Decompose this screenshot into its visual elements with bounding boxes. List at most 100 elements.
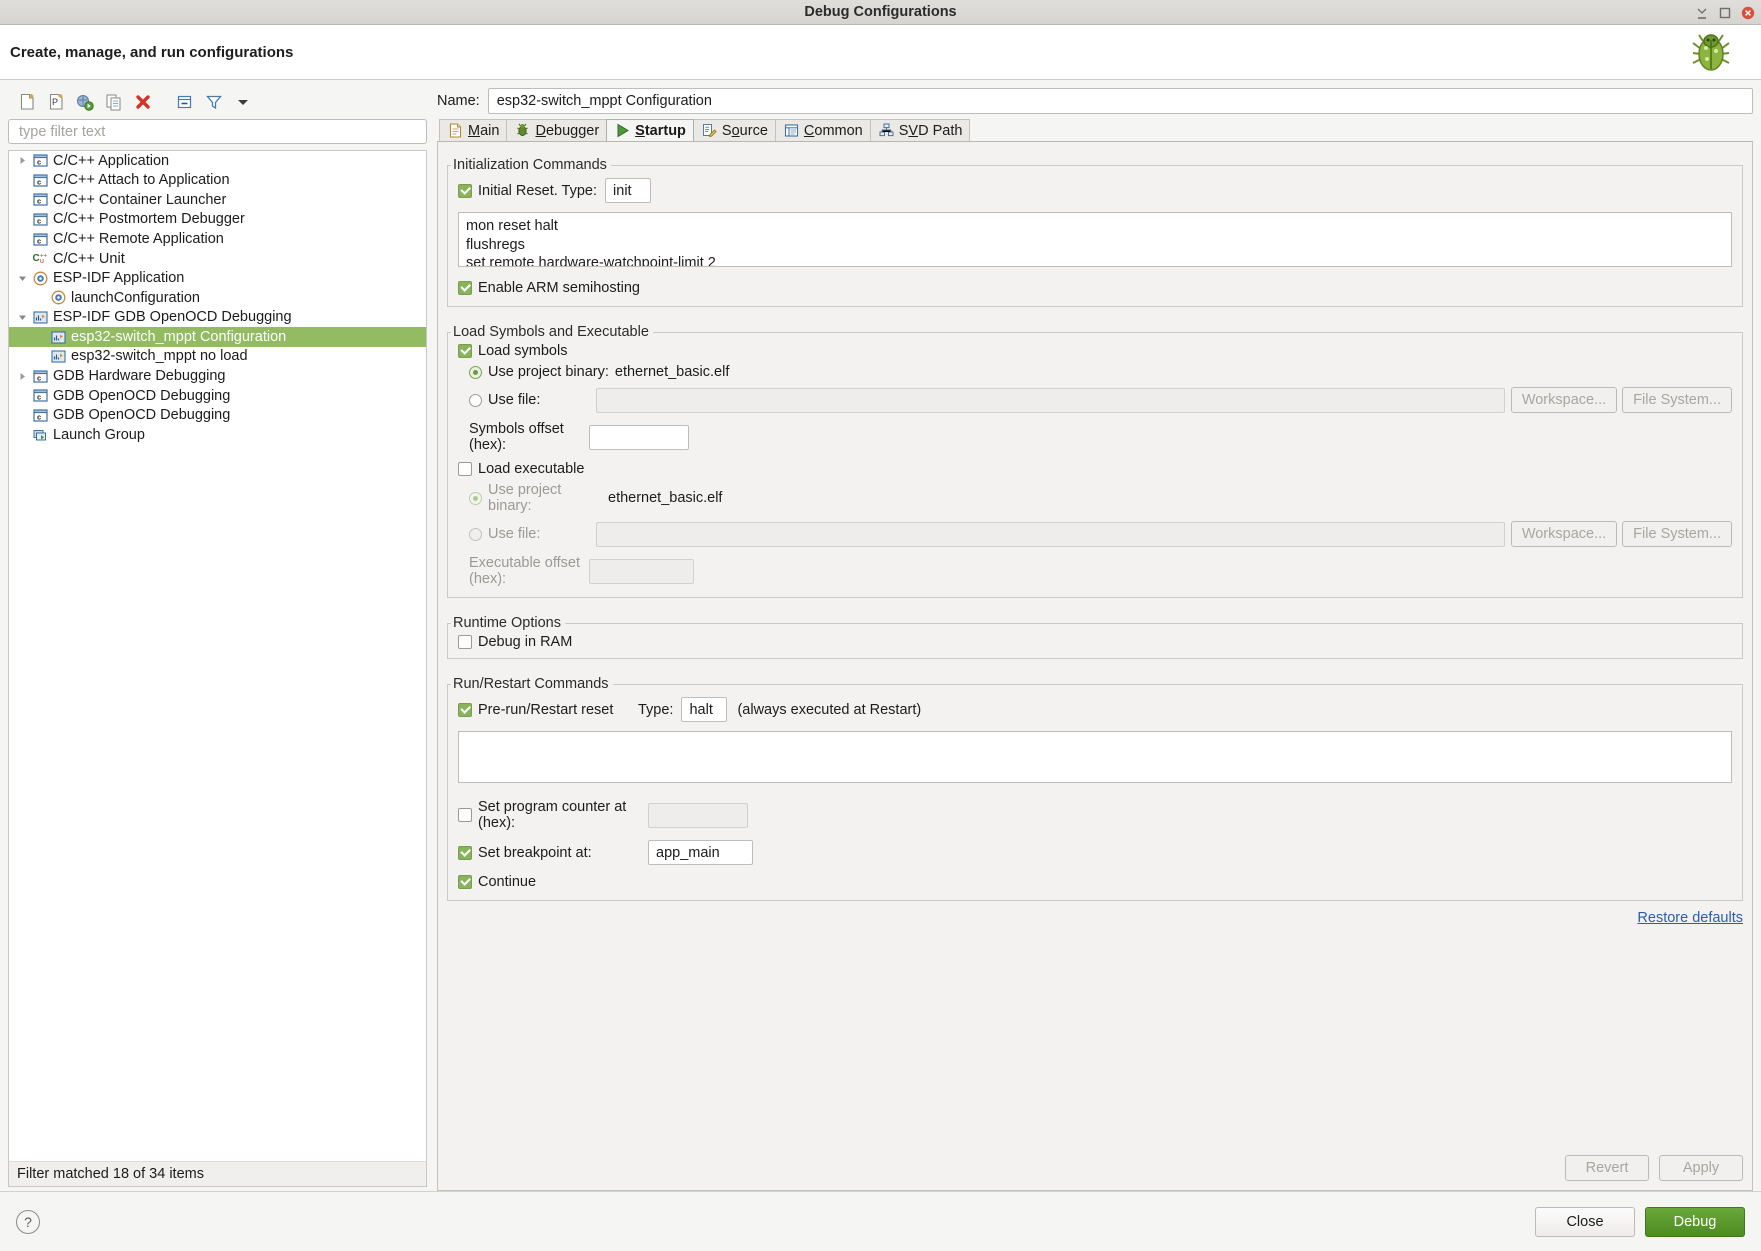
arm-semihosting-checkbox[interactable] xyxy=(458,281,472,295)
window-title: Debug Configurations xyxy=(804,4,957,20)
tree-item[interactable]: esp32-switch_mppt Configuration xyxy=(9,327,426,347)
tab-source[interactable]: Source xyxy=(692,119,776,141)
symbols-project-binary-radio[interactable] xyxy=(469,365,482,379)
tree-item[interactable]: c GDB OpenOCD Debugging xyxy=(9,406,426,426)
export-icon[interactable] xyxy=(72,89,98,115)
symbols-project-binary-value: ethernet_basic.elf xyxy=(614,364,730,380)
revert-button[interactable]: Revert xyxy=(1565,1155,1649,1181)
tree-item[interactable]: esp32-switch_mppt no load xyxy=(9,347,426,367)
executable-use-file-radio[interactable] xyxy=(469,527,482,541)
tree-item[interactable]: ESP-IDF GDB OpenOCD Debugging xyxy=(9,308,426,328)
maximize-icon[interactable] xyxy=(1718,6,1732,20)
new-configuration-icon[interactable] xyxy=(14,89,40,115)
openocd-icon xyxy=(49,347,68,366)
search-input[interactable] xyxy=(17,122,418,141)
continue-row: Continue xyxy=(458,874,1732,890)
continue-checkbox[interactable] xyxy=(458,875,472,889)
close-button[interactable]: Close xyxy=(1535,1206,1635,1237)
tree-item[interactable]: c C/C++ Remote Application xyxy=(9,229,426,249)
apply-button[interactable]: Apply xyxy=(1659,1155,1743,1181)
help-icon[interactable]: ? xyxy=(16,1209,40,1234)
close-icon[interactable] xyxy=(1741,6,1755,20)
tab-common[interactable]: Common xyxy=(774,119,871,141)
executable-workspace-button[interactable]: Workspace... xyxy=(1510,521,1618,547)
twisty-collapsed-icon[interactable] xyxy=(13,367,31,386)
tab-label: Common xyxy=(803,122,863,139)
tab-svd-path[interactable]: SVD Path xyxy=(869,119,971,141)
svg-text:c: c xyxy=(37,216,41,225)
svg-text:C: C xyxy=(33,253,40,264)
set-program-counter-input[interactable] xyxy=(648,802,748,828)
twisty-none-icon xyxy=(13,406,31,425)
common-icon xyxy=(783,122,800,139)
twisty-expanded-icon[interactable] xyxy=(13,269,31,288)
minimize-icon[interactable] xyxy=(1695,6,1709,20)
name-row: Name: xyxy=(437,87,1753,115)
symbols-use-file-row: Use file: Workspace... File System... xyxy=(469,387,1732,413)
twisty-expanded-icon[interactable] xyxy=(13,308,31,327)
tree-item[interactable]: C ++ u C/C++ Unit xyxy=(9,249,426,269)
run-restart-commands-textarea[interactable] xyxy=(458,731,1732,783)
tree-item[interactable]: c C/C++ Application xyxy=(9,151,426,171)
twisty-collapsed-icon[interactable] xyxy=(13,151,31,170)
tab-strip: Main Debugger Startup Source Common SVD Path xyxy=(437,119,1753,142)
load-executable-checkbox[interactable] xyxy=(458,462,472,476)
symbols-use-file-radio[interactable] xyxy=(469,393,482,407)
arm-semihosting-row: Enable ARM semihosting xyxy=(458,280,1732,296)
tab-startup[interactable]: Startup xyxy=(606,119,694,141)
filter-icon[interactable] xyxy=(201,89,227,115)
tree-item[interactable]: c GDB OpenOCD Debugging xyxy=(9,386,426,406)
tree-item[interactable]: Launch Group xyxy=(9,425,426,445)
executable-project-binary-radio[interactable] xyxy=(469,491,482,505)
initialization-commands-textarea[interactable]: mon reset halt flushregs set remote hard… xyxy=(458,212,1732,267)
set-breakpoint-input[interactable] xyxy=(648,840,753,865)
twisty-none-icon xyxy=(13,249,31,268)
tree-item[interactable]: c C/C++ Postmortem Debugger xyxy=(9,210,426,230)
set-breakpoint-checkbox[interactable] xyxy=(458,845,472,860)
tree-item[interactable]: c C/C++ Attach to Application xyxy=(9,171,426,191)
new-prototype-icon[interactable]: P xyxy=(43,89,69,115)
reset-type-input[interactable] xyxy=(605,178,652,203)
tree-item[interactable]: c C/C++ Container Launcher xyxy=(9,190,426,210)
initial-reset-checkbox[interactable] xyxy=(458,183,472,198)
configurations-tree[interactable]: c C/C++ Application c C/C++ Attach to Appli… xyxy=(8,150,427,1161)
tab-debugger[interactable]: Debugger xyxy=(506,119,608,141)
debug-in-ram-checkbox[interactable] xyxy=(458,635,472,649)
filter-box[interactable] xyxy=(8,119,427,144)
tree-item[interactable]: c GDB Hardware Debugging xyxy=(9,367,426,387)
prerun-restart-checkbox[interactable] xyxy=(458,702,472,717)
tree-item-label: C/C++ Remote Application xyxy=(53,230,224,247)
delete-icon[interactable] xyxy=(130,89,156,115)
symbols-workspace-button[interactable]: Workspace... xyxy=(1510,387,1618,413)
symbols-filesystem-button[interactable]: File System... xyxy=(1622,387,1732,413)
svg-text:c: c xyxy=(37,373,41,382)
launch-group-icon xyxy=(31,426,50,445)
name-input[interactable] xyxy=(487,88,1753,114)
duplicate-icon[interactable] xyxy=(101,89,127,115)
tree-item[interactable]: launchConfiguration xyxy=(9,288,426,308)
source-icon xyxy=(701,122,718,139)
load-symbols-checkbox[interactable] xyxy=(458,344,472,358)
executable-use-file-input[interactable] xyxy=(596,521,1505,547)
collapse-all-icon[interactable] xyxy=(172,89,198,115)
tree-item[interactable]: ESP-IDF Application xyxy=(9,269,426,289)
svg-text:c: c xyxy=(37,158,41,167)
executable-offset-input[interactable] xyxy=(589,558,694,584)
load-symbols-label: Load symbols xyxy=(478,343,568,359)
view-menu-icon[interactable] xyxy=(230,89,256,115)
executable-filesystem-button[interactable]: File System... xyxy=(1622,521,1732,547)
restore-defaults-link[interactable]: Restore defaults xyxy=(1637,910,1743,926)
configurations-toolbar: P xyxy=(8,87,427,117)
load-symbols-title: Load Symbols and Executable xyxy=(451,324,653,340)
set-program-counter-checkbox[interactable] xyxy=(458,808,472,822)
tab-main[interactable]: Main xyxy=(439,119,508,141)
prerun-type-input[interactable] xyxy=(681,697,728,722)
symbols-use-file-input[interactable] xyxy=(596,387,1505,413)
tree-item-label: GDB OpenOCD Debugging xyxy=(53,407,231,424)
symbols-offset-input[interactable] xyxy=(589,424,689,450)
debugger-icon xyxy=(514,122,531,139)
tab-label: Source xyxy=(721,122,768,139)
page-title: Create, manage, and run configurations xyxy=(10,43,294,61)
twisty-none-icon xyxy=(13,190,31,209)
debug-button[interactable]: Debug xyxy=(1645,1206,1745,1237)
